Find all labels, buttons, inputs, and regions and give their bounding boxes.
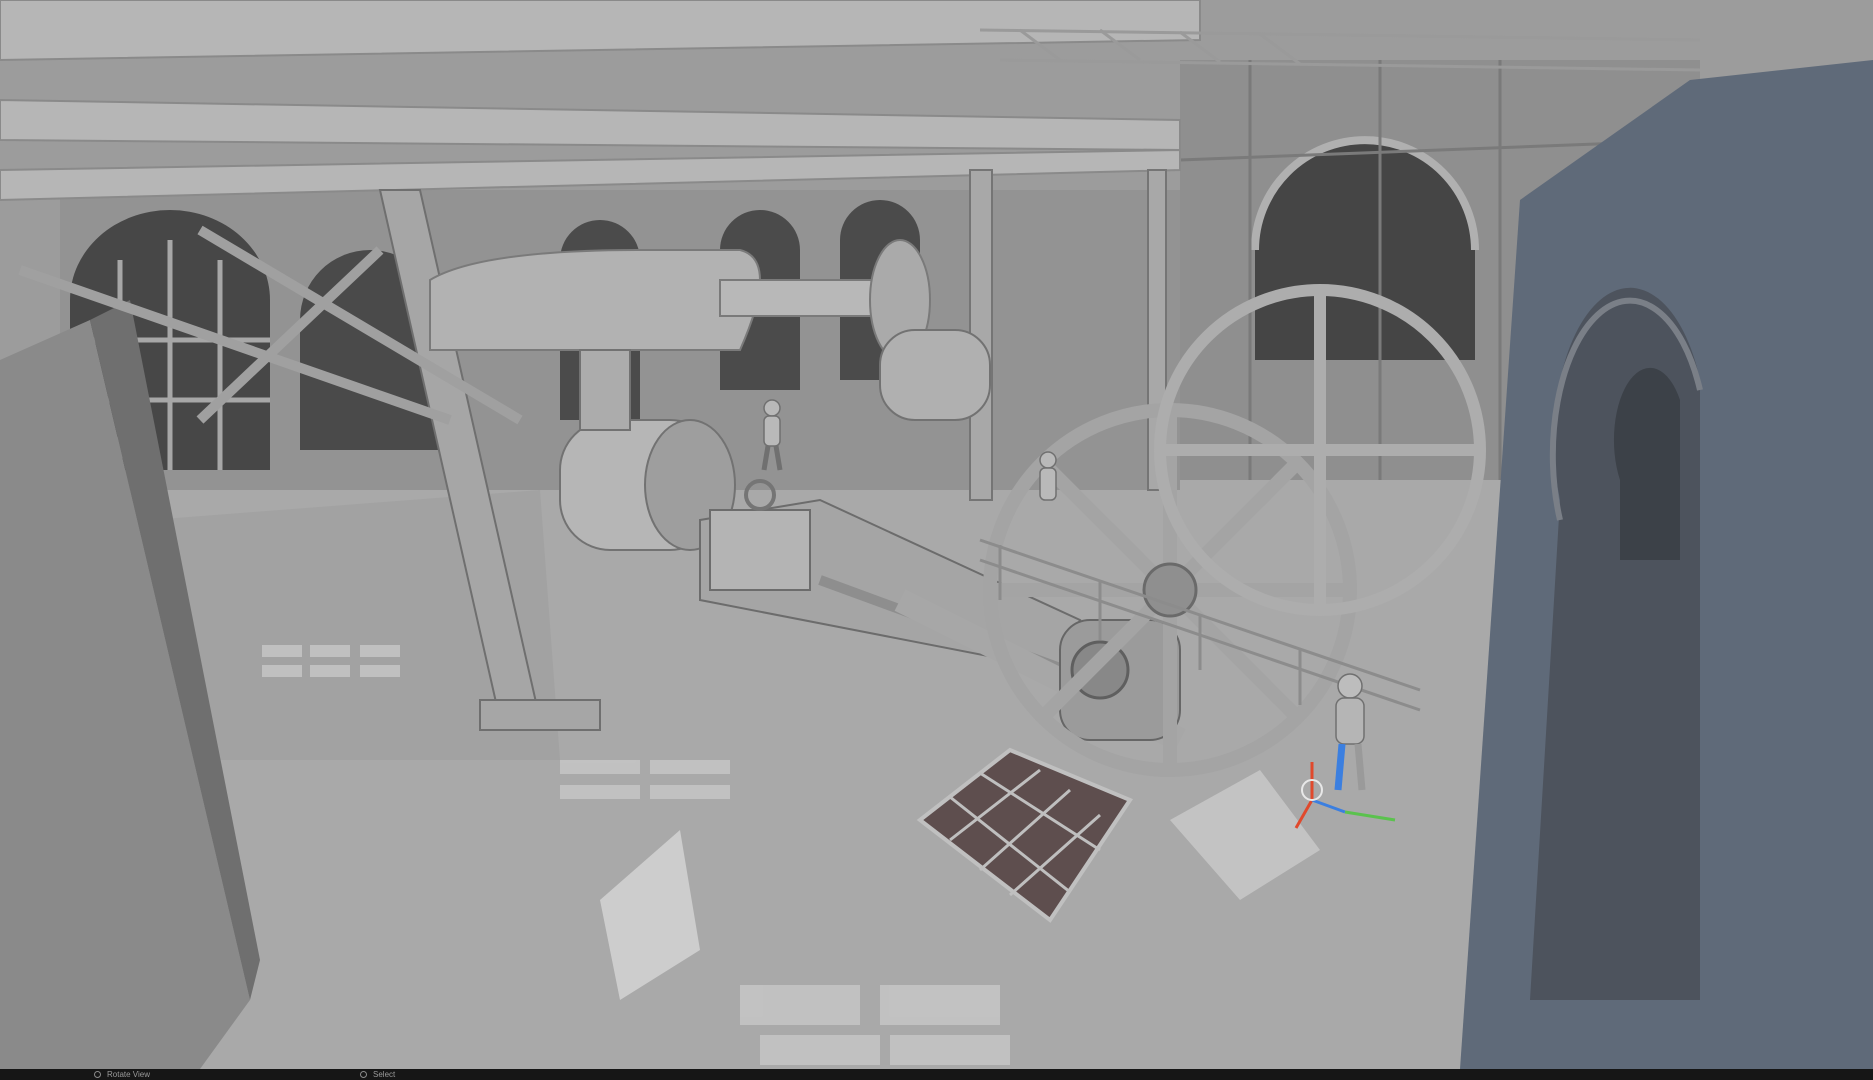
statusbar-hint-rotate: Rotate View: [94, 1069, 150, 1080]
hint-label: Select: [373, 1070, 396, 1079]
arched-window-right: [1251, 136, 1479, 360]
flywheel-back: [1154, 284, 1486, 616]
mouse-icon: [360, 1071, 367, 1078]
3d-viewport[interactable]: [0, 0, 1873, 1069]
statusbar-hint-select: Select: [360, 1069, 395, 1080]
status-bar: Rotate View Select: [0, 1069, 1873, 1080]
boiler-tank-back: [879, 329, 991, 421]
hint-label: Rotate View: [107, 1070, 150, 1079]
mouse-icon: [94, 1071, 101, 1078]
